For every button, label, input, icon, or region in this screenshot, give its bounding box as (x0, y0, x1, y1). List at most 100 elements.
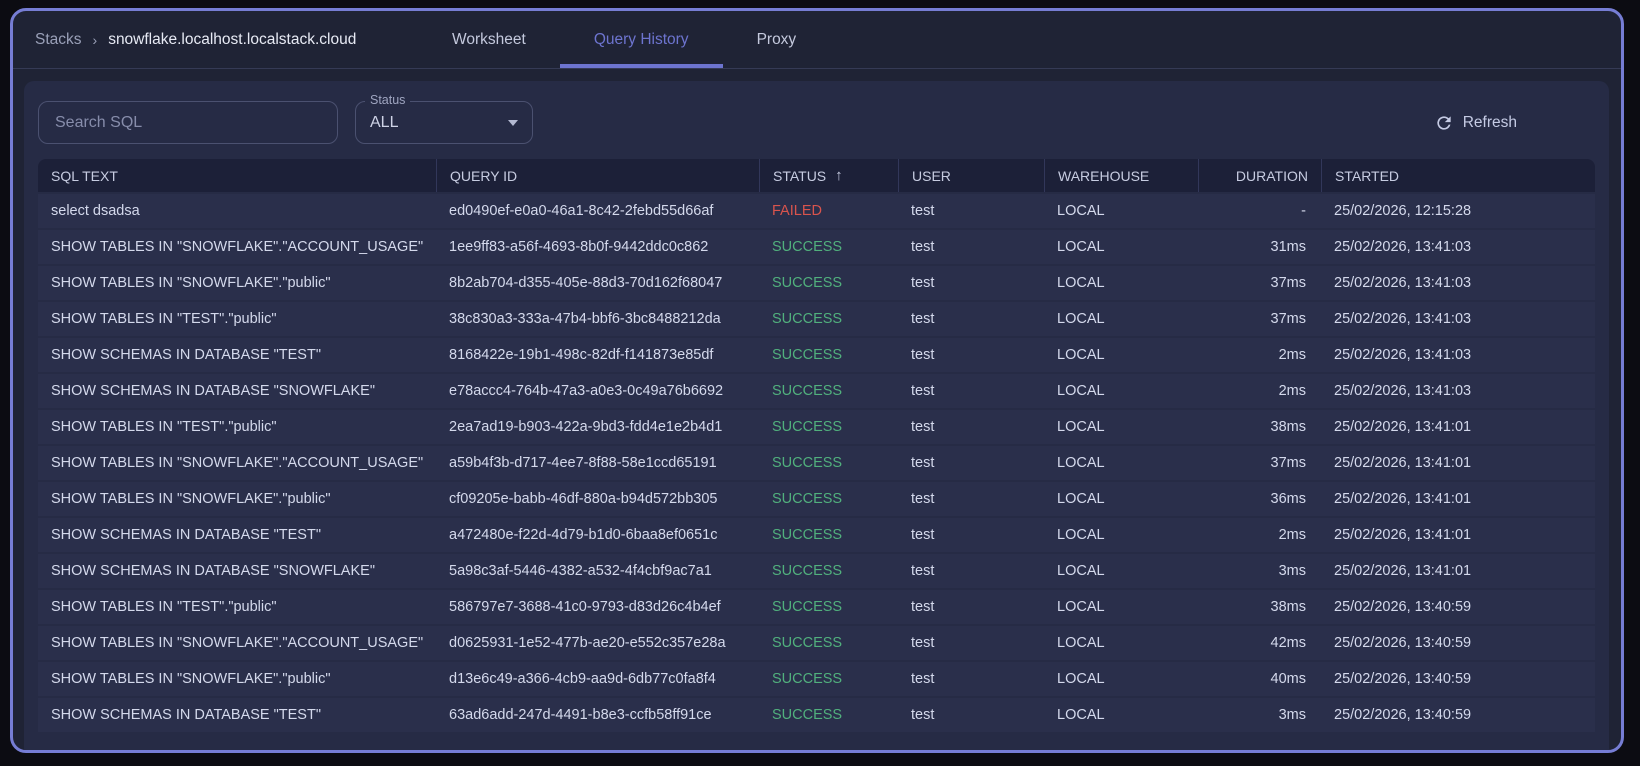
cell-query-id: e78accc4-764b-47a3-a0e3-0c49a76b6692 (449, 383, 724, 399)
cell-user: test (911, 527, 935, 543)
cell-warehouse: LOCAL (1057, 275, 1105, 291)
refresh-button[interactable]: Refresh (1434, 113, 1517, 133)
status-badge: SUCCESS (772, 239, 843, 255)
cell-duration: 37ms (1270, 455, 1306, 471)
cell-started: 25/02/2026, 13:41:01 (1334, 527, 1472, 543)
column-header-sql-text[interactable]: SQL TEXT (38, 159, 436, 192)
cell-duration: 3ms (1278, 707, 1306, 723)
tab-label: Worksheet (452, 30, 526, 48)
cell-warehouse: LOCAL (1057, 239, 1105, 255)
search-sql-input[interactable] (38, 101, 338, 144)
table-row[interactable]: SHOW TABLES IN "TEST"."public" 2ea7ad19-b… (38, 410, 1595, 444)
cell-warehouse: LOCAL (1057, 347, 1105, 363)
cell-duration: 2ms (1278, 347, 1306, 363)
tab-label: Proxy (756, 30, 797, 48)
table-row[interactable]: SHOW TABLES IN "SNOWFLAKE"."public" cf092… (38, 482, 1595, 516)
cell-user: test (911, 419, 935, 435)
table-row[interactable]: SHOW SCHEMAS IN DATABASE "TEST" 8168422e-… (38, 338, 1595, 372)
column-header-user[interactable]: USER (898, 159, 1044, 192)
column-header-label: USER (912, 167, 951, 184)
cell-query-id: 63ad6add-247d-4491-b8e3-ccfb58ff91ce (449, 707, 712, 723)
cell-query-id: 38c830a3-333a-47b4-bbf6-3bc8488212da (449, 311, 721, 327)
cell-sql-text: SHOW TABLES IN "SNOWFLAKE"."ACCOUNT_USAG… (51, 455, 424, 471)
cell-user: test (911, 491, 935, 507)
table-row[interactable]: SHOW SCHEMAS IN DATABASE "SNOWFLAKE" 5a98… (38, 554, 1595, 588)
tab-query-history[interactable]: Query History (559, 11, 723, 68)
table-row[interactable]: SHOW TABLES IN "SNOWFLAKE"."ACCOUNT_USAG… (38, 230, 1595, 264)
cell-user: test (911, 707, 935, 723)
cell-warehouse: LOCAL (1057, 671, 1105, 687)
table-row[interactable]: SHOW TABLES IN "SNOWFLAKE"."ACCOUNT_USAG… (38, 626, 1595, 660)
cell-started: 25/02/2026, 13:41:01 (1334, 563, 1472, 579)
filter-toolbar: Status ALL Refresh (38, 93, 1595, 144)
table-row[interactable]: SHOW TABLES IN "SNOWFLAKE"."public" 8b2ab… (38, 266, 1595, 300)
cell-warehouse: LOCAL (1057, 707, 1105, 723)
column-header-started[interactable]: STARTED (1321, 159, 1595, 192)
cell-sql-text: SHOW TABLES IN "TEST"."public" (51, 419, 277, 435)
breadcrumb-separator-icon: › (92, 31, 98, 48)
cell-query-id: 8b2ab704-d355-405e-88d3-70d162f68047 (449, 275, 723, 291)
query-history-panel: Status ALL Refresh SQL TEXT QUERY ID STATU… (24, 81, 1609, 750)
app-window: Stacks › snowflake.localhost.localstack.… (10, 8, 1624, 753)
cell-started: 25/02/2026, 13:41:03 (1334, 383, 1472, 399)
breadcrumb-current-stack: snowflake.localhost.localstack.cloud (108, 30, 357, 48)
cell-warehouse: LOCAL (1057, 563, 1105, 579)
cell-user: test (911, 635, 935, 651)
cell-duration: 37ms (1270, 311, 1306, 327)
cell-duration: 42ms (1270, 635, 1306, 651)
status-badge: SUCCESS (772, 707, 843, 723)
table-row[interactable]: SHOW TABLES IN "TEST"."public" 38c830a3-3… (38, 302, 1595, 336)
cell-sql-text: SHOW SCHEMAS IN DATABASE "TEST" (51, 527, 321, 543)
cell-duration: 2ms (1278, 527, 1306, 543)
status-badge: SUCCESS (772, 491, 843, 507)
column-header-label: STATUS (773, 167, 827, 184)
cell-sql-text: SHOW TABLES IN "TEST"."public" (51, 311, 277, 327)
status-badge: SUCCESS (772, 671, 843, 687)
cell-user: test (911, 599, 935, 615)
status-filter-value: ALL (370, 113, 399, 131)
cell-started: 25/02/2026, 13:41:01 (1334, 419, 1472, 435)
cell-duration: 3ms (1278, 563, 1306, 579)
cell-query-id: 5a98c3af-5446-4382-a532-4f4cbf9ac7a1 (449, 563, 712, 579)
cell-duration: 31ms (1270, 239, 1306, 255)
cell-sql-text: SHOW TABLES IN "TEST"."public" (51, 599, 277, 615)
status-filter-select[interactable]: Status ALL (355, 93, 533, 144)
status-badge: SUCCESS (772, 383, 843, 399)
cell-duration: 37ms (1270, 275, 1306, 291)
cell-sql-text: SHOW TABLES IN "SNOWFLAKE"."ACCOUNT_USAG… (51, 635, 424, 651)
table-row[interactable]: SHOW SCHEMAS IN DATABASE "SNOWFLAKE" e78a… (38, 374, 1595, 408)
cell-user: test (911, 311, 935, 327)
cell-warehouse: LOCAL (1057, 455, 1105, 471)
cell-started: 25/02/2026, 13:41:03 (1334, 347, 1472, 363)
cell-sql-text: SHOW TABLES IN "SNOWFLAKE"."public" (51, 275, 331, 291)
cell-query-id: d0625931-1e52-477b-ae20-e552c357e28a (449, 635, 726, 651)
cell-started: 25/02/2026, 13:41:01 (1334, 491, 1472, 507)
table-row[interactable]: SHOW TABLES IN "SNOWFLAKE"."public" d13e6… (38, 662, 1595, 696)
column-header-query-id[interactable]: QUERY ID (436, 159, 759, 192)
column-header-duration[interactable]: DURATION (1198, 159, 1321, 192)
arrow-up-icon: ↑ (835, 167, 843, 184)
cell-duration: 40ms (1270, 671, 1306, 687)
column-header-status[interactable]: STATUS ↑ (759, 159, 898, 192)
table-row[interactable]: SHOW SCHEMAS IN DATABASE "TEST" a472480e-… (38, 518, 1595, 552)
cell-user: test (911, 275, 935, 291)
cell-warehouse: LOCAL (1057, 527, 1105, 543)
status-badge: SUCCESS (772, 635, 843, 651)
column-header-label: STARTED (1335, 167, 1400, 184)
tab-proxy[interactable]: Proxy (723, 11, 831, 68)
cell-duration: 38ms (1270, 599, 1306, 615)
column-header-warehouse[interactable]: WAREHOUSE (1044, 159, 1198, 192)
cell-user: test (911, 563, 935, 579)
cell-user: test (911, 383, 935, 399)
cell-started: 25/02/2026, 13:41:03 (1334, 275, 1472, 291)
cell-user: test (911, 455, 935, 471)
table-row[interactable]: select dsadsa ed0490ef-e0a0-46a1-8c42-2fe… (38, 194, 1595, 228)
table-row[interactable]: SHOW SCHEMAS IN DATABASE "TEST" 63ad6add-… (38, 698, 1595, 732)
cell-user: test (911, 203, 935, 219)
cell-query-id: 8168422e-19b1-498c-82df-f141873e85df (449, 347, 714, 363)
table-row[interactable]: SHOW TABLES IN "SNOWFLAKE"."ACCOUNT_USAG… (38, 446, 1595, 480)
cell-sql-text: SHOW SCHEMAS IN DATABASE "TEST" (51, 347, 321, 363)
table-row[interactable]: SHOW TABLES IN "TEST"."public" 586797e7-3… (38, 590, 1595, 624)
tab-worksheet[interactable]: Worksheet (418, 11, 560, 68)
breadcrumb-stacks[interactable]: Stacks (35, 31, 82, 49)
